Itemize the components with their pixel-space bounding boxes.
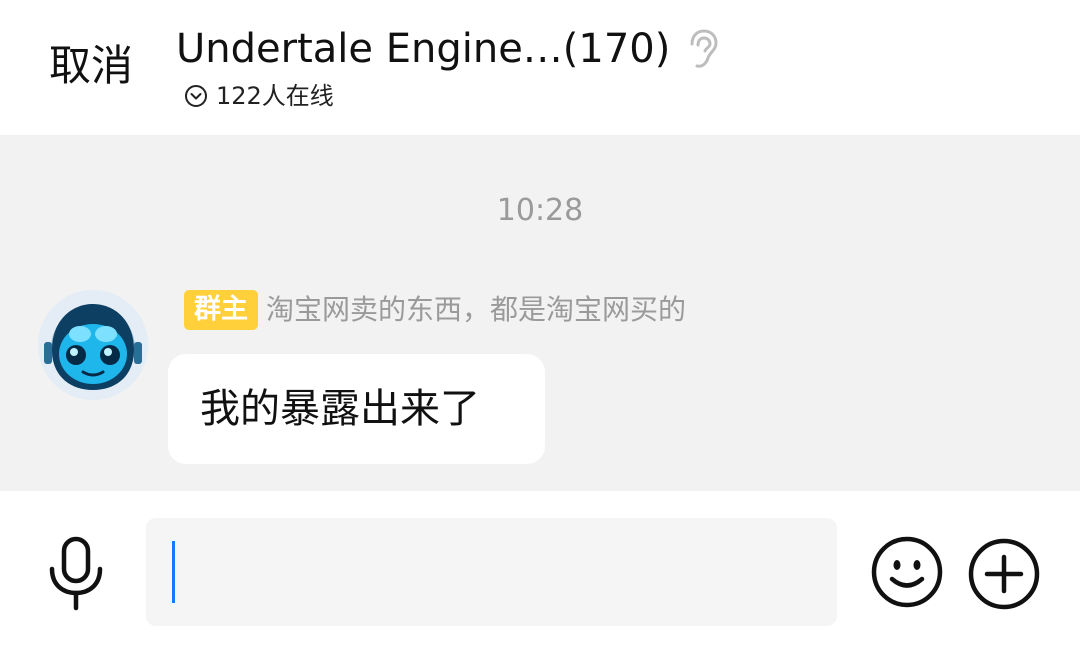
input-bar xyxy=(0,491,1080,653)
chevron-down-circle-icon xyxy=(185,85,207,107)
text-caret xyxy=(172,541,175,603)
microphone-icon[interactable] xyxy=(44,535,108,613)
avatar[interactable] xyxy=(38,290,148,400)
smiley-icon[interactable] xyxy=(870,535,944,609)
message-text: 我的暴露出来了 xyxy=(200,386,480,432)
group-owner-badge: 群主 xyxy=(184,290,258,330)
cancel-button[interactable]: 取消 xyxy=(49,40,133,92)
online-count: 122人在线 xyxy=(216,82,334,110)
message-timestamp: 10:28 xyxy=(496,193,584,228)
ear-icon[interactable] xyxy=(684,28,720,70)
plus-circle-icon[interactable] xyxy=(967,537,1041,611)
online-status-row[interactable]: 122人在线 xyxy=(184,80,334,112)
sender-row: 群主 淘宝网卖的东西，都是淘宝网买的 xyxy=(184,288,686,332)
message-input[interactable] xyxy=(146,518,837,626)
sender-name[interactable]: 淘宝网卖的东西，都是淘宝网买的 xyxy=(266,290,686,330)
title-row: Undertale Engine…(170) xyxy=(176,22,720,76)
blue-robot-avatar xyxy=(38,290,148,400)
message-bubble[interactable]: 我的暴露出来了 xyxy=(168,354,545,464)
group-title[interactable]: Undertale Engine…(170) xyxy=(176,23,670,75)
message-list[interactable]: 10:28 群主 淘宝网卖的东西，都是淘宝网买的 我的暴露出来了 xyxy=(0,135,1080,491)
chat-header: 取消 Undertale Engine…(170) 122人在线 xyxy=(0,0,1080,135)
